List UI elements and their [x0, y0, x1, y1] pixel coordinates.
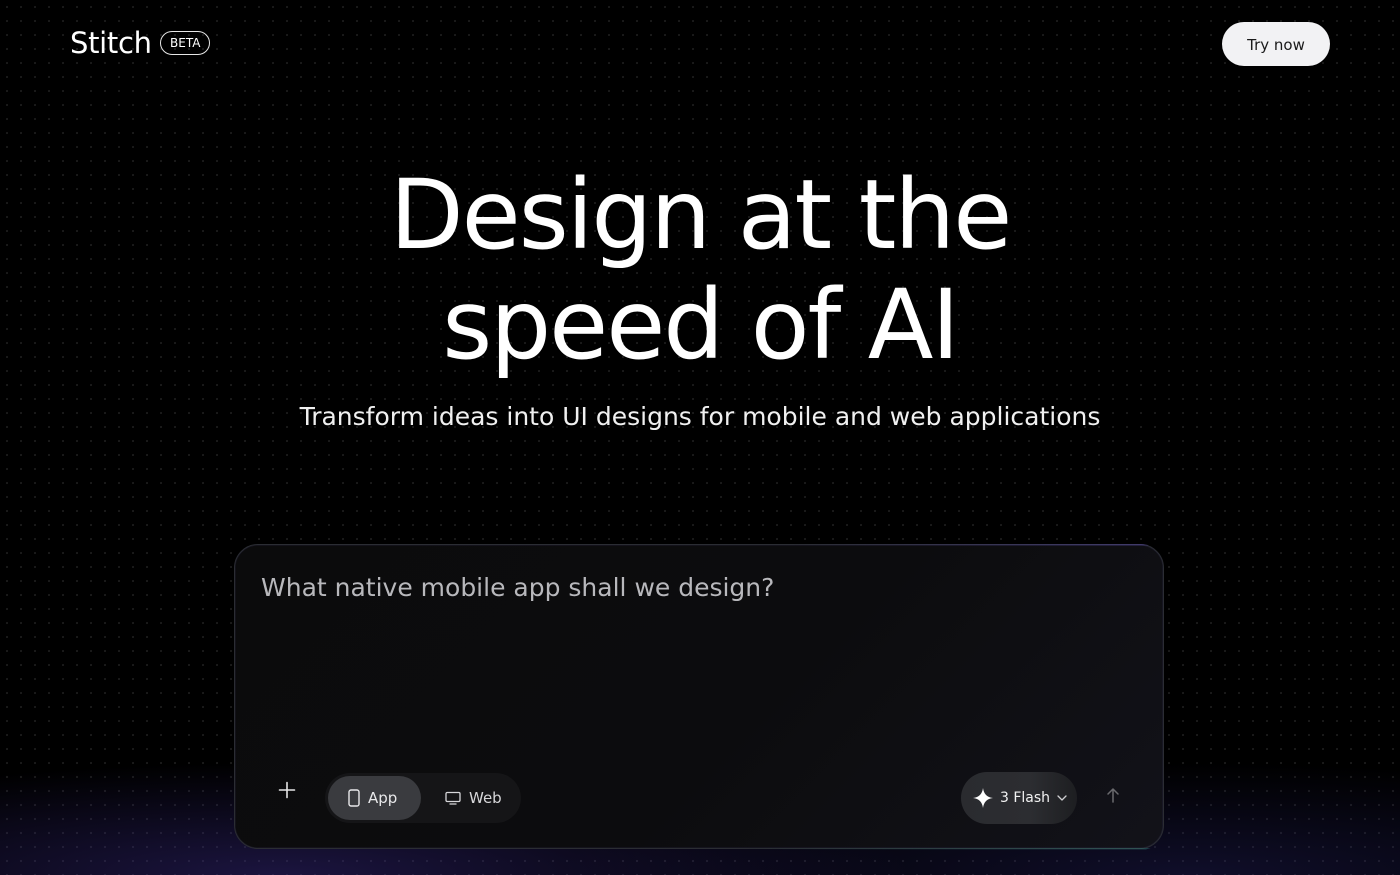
chevron-down-icon [1057, 795, 1067, 801]
monitor-icon [445, 791, 461, 805]
mode-web-option[interactable]: Web [433, 776, 519, 820]
prompt-input[interactable] [261, 571, 1121, 751]
hero-title-line-2: speed of AI [442, 269, 960, 381]
try-now-button[interactable]: Try now [1222, 22, 1330, 66]
plus-icon [278, 781, 296, 803]
beta-badge: BETA [160, 31, 211, 55]
mode-app-label: App [368, 789, 398, 807]
mode-app-option[interactable]: App [328, 776, 421, 820]
phone-icon [348, 789, 360, 807]
platform-toggle: App Web [325, 773, 521, 823]
arrow-up-icon [1106, 787, 1120, 807]
hero-title: Design at the speed of AI [0, 160, 1400, 380]
stitch-logo[interactable]: Stitch [70, 26, 152, 60]
hero-title-line-1: Design at the [389, 159, 1013, 271]
hero-subtitle: Transform ideas into UI designs for mobi… [299, 402, 1101, 431]
sparkle-icon [973, 788, 993, 808]
model-label: 3 Flash [1000, 790, 1051, 806]
top-nav: Stitch BETA Try now [0, 0, 1400, 88]
model-selector[interactable]: 3 Flash [961, 772, 1077, 824]
add-attachment-button[interactable] [271, 776, 303, 808]
prompt-card: App Web 3 Flash [233, 543, 1165, 850]
mode-web-label: Web [469, 789, 502, 807]
send-button[interactable] [1099, 783, 1127, 811]
